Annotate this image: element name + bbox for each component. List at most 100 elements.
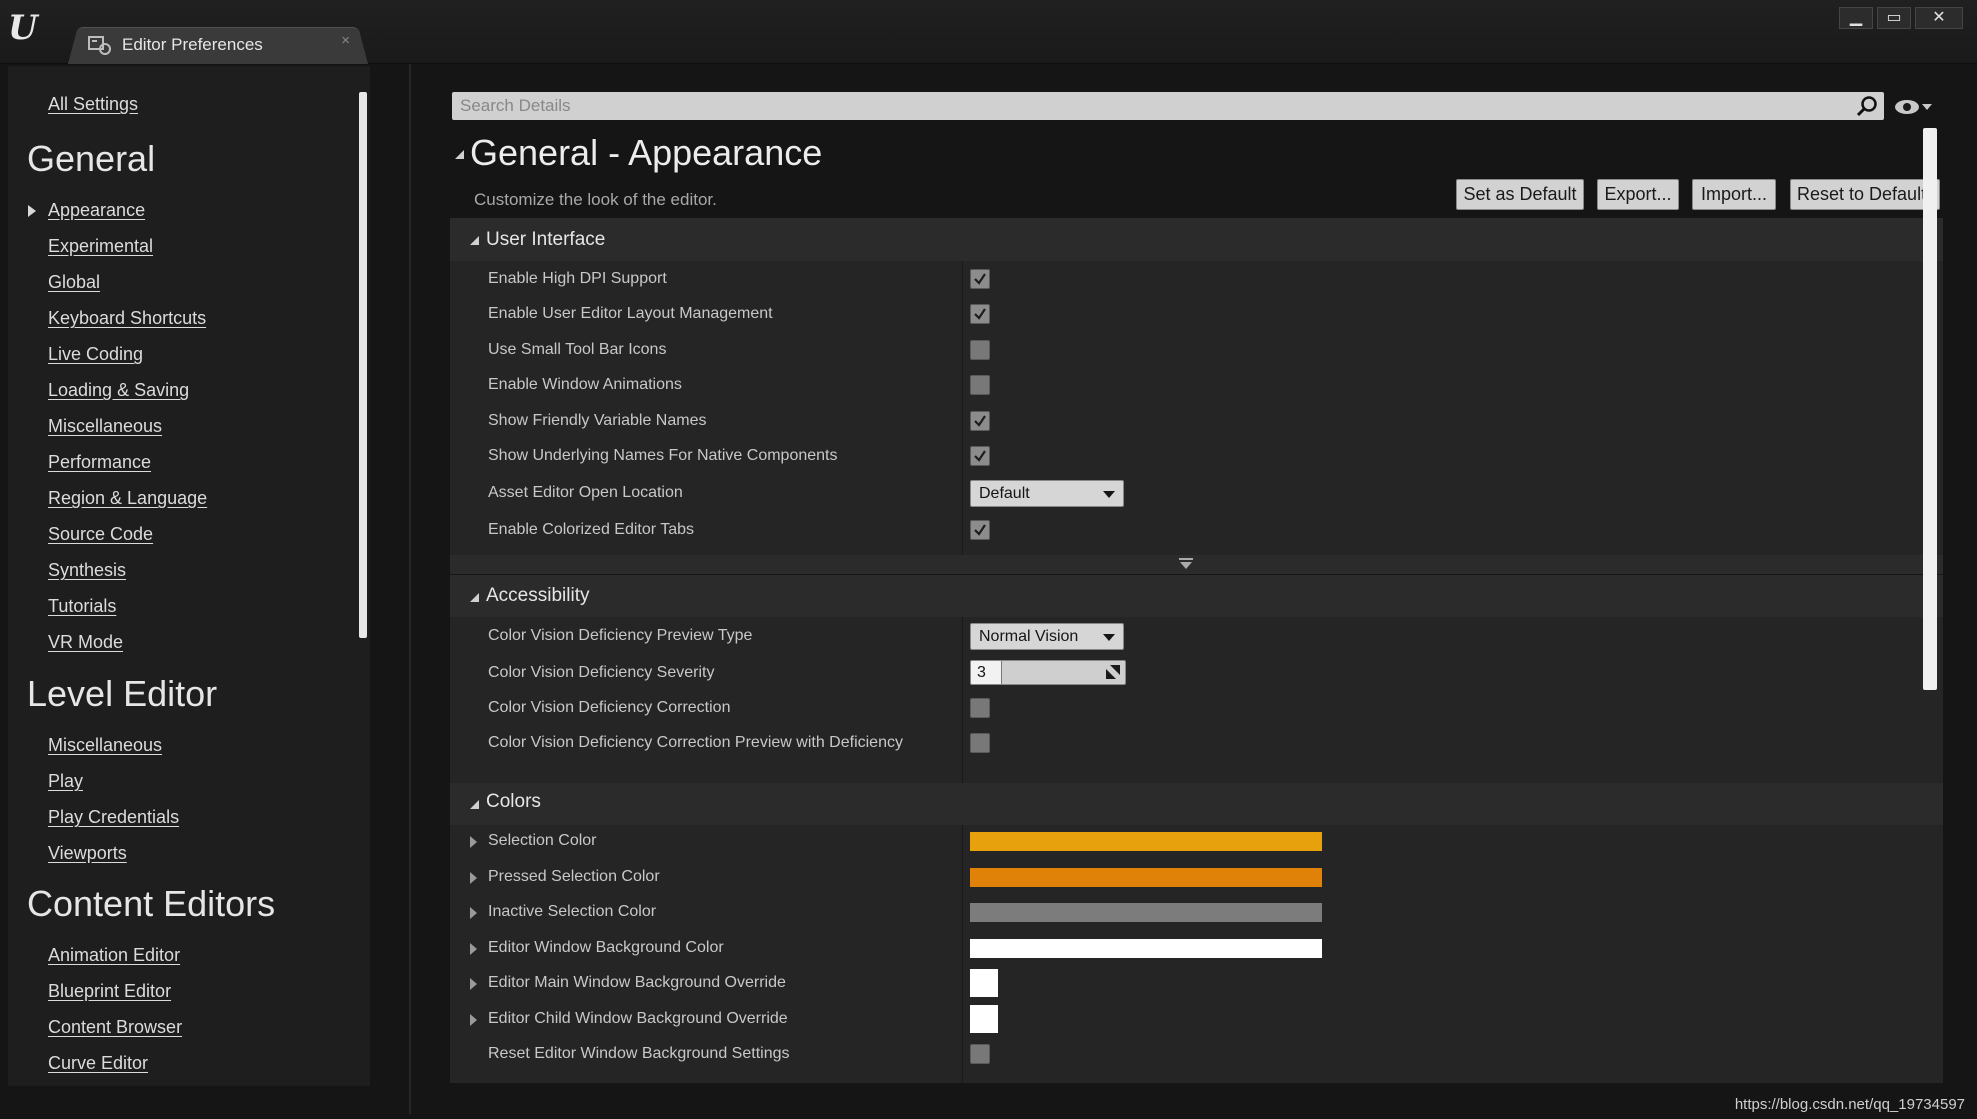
sidebar-item-viewports[interactable]: Viewports xyxy=(48,843,127,864)
close-button[interactable]: ✕ xyxy=(1915,7,1963,29)
small-toolbar-icons-checkbox[interactable] xyxy=(970,340,990,360)
property-row: Color Vision Deficiency Severity 3 xyxy=(450,656,1943,690)
details-scrollbar[interactable] xyxy=(1923,128,1937,690)
search-icon[interactable] xyxy=(1856,95,1878,117)
expand-icon[interactable] xyxy=(470,907,477,919)
expand-icon[interactable] xyxy=(470,1014,477,1026)
category-header[interactable]: User Interface xyxy=(450,218,1943,261)
sidebar-item-play-credentials[interactable]: Play Credentials xyxy=(48,807,179,828)
eye-icon[interactable] xyxy=(1893,96,1933,118)
set-as-default-button[interactable]: Set as Default xyxy=(1456,179,1584,210)
panel-divider[interactable] xyxy=(409,64,411,1114)
maximize-button[interactable]: ▭ xyxy=(1877,7,1911,29)
import-button[interactable]: Import... xyxy=(1692,179,1776,210)
property-label: Selection Color xyxy=(488,832,597,849)
expand-icon[interactable] xyxy=(470,836,477,848)
sidebar-item-tutorials[interactable]: Tutorials xyxy=(48,596,116,617)
friendly-names-checkbox[interactable] xyxy=(970,411,990,431)
collapse-title-icon[interactable] xyxy=(455,150,464,159)
sidebar-item-blueprint-editor[interactable]: Blueprint Editor xyxy=(48,981,171,1002)
sidebar-item-vr-mode[interactable]: VR Mode xyxy=(48,632,123,653)
collapse-icon xyxy=(470,593,479,602)
advanced-expander[interactable] xyxy=(450,555,1943,574)
property-row: Enable Window Animations xyxy=(450,368,1943,402)
slider-fill xyxy=(971,661,1002,684)
main-window-background-swatch[interactable] xyxy=(970,969,998,997)
sidebar-item-content-browser[interactable]: Content Browser xyxy=(48,1017,182,1038)
minimize-button[interactable]: ▁ xyxy=(1839,7,1873,29)
tab-content[interactable]: Editor Preferences × xyxy=(88,28,358,62)
cvd-preview-type-dropdown[interactable]: Normal Vision xyxy=(970,623,1124,650)
sidebar-item-source-code[interactable]: Source Code xyxy=(48,524,153,545)
property-row: Enable Colorized Editor Tabs xyxy=(450,513,1943,547)
category-header[interactable]: Accessibility xyxy=(450,575,1943,617)
sidebar-item-region-language[interactable]: Region & Language xyxy=(48,488,207,509)
property-label: Editor Main Window Background Override xyxy=(488,974,786,991)
property-label: Color Vision Deficiency Severity xyxy=(488,664,715,681)
selection-color-swatch[interactable] xyxy=(970,832,1322,851)
high-dpi-checkbox[interactable] xyxy=(970,269,990,289)
sidebar-item-appearance[interactable]: Appearance xyxy=(48,200,145,221)
underlying-names-checkbox[interactable] xyxy=(970,446,990,466)
category-label: User Interface xyxy=(486,229,606,250)
sidebar-item-level-miscellaneous[interactable]: Miscellaneous xyxy=(48,735,162,756)
collapse-icon xyxy=(470,236,479,245)
sidebar-item-live-coding[interactable]: Live Coding xyxy=(48,344,143,365)
unreal-logo-icon: U xyxy=(8,8,38,48)
expand-icon[interactable] xyxy=(470,978,477,990)
cvd-correction-preview-checkbox[interactable] xyxy=(970,733,990,753)
sidebar-item-miscellaneous[interactable]: Miscellaneous xyxy=(48,416,162,437)
sidebar-item-synthesis[interactable]: Synthesis xyxy=(48,560,126,581)
asset-editor-location-dropdown[interactable]: Default xyxy=(970,480,1124,507)
property-label: Use Small Tool Bar Icons xyxy=(488,341,667,358)
category-header[interactable]: Colors xyxy=(450,783,1943,825)
window-background-color-swatch[interactable] xyxy=(970,939,1322,958)
sidebar-item-global[interactable]: Global xyxy=(48,272,100,293)
sidebar-item-curve-editor[interactable]: Curve Editor xyxy=(48,1053,148,1074)
sidebar-item-performance[interactable]: Performance xyxy=(48,452,151,473)
property-label: Enable User Editor Layout Management xyxy=(488,305,773,322)
sidebar-item-loading-saving[interactable]: Loading & Saving xyxy=(48,380,189,401)
page-title: General - Appearance xyxy=(470,132,823,173)
property-row: Color Vision Deficiency Correction Previ… xyxy=(450,726,1943,760)
property-row: Show Underlying Names For Native Compone… xyxy=(450,439,1943,473)
colorized-tabs-checkbox[interactable] xyxy=(970,520,990,540)
sidebar-item-experimental[interactable]: Experimental xyxy=(48,236,153,257)
window-animations-checkbox[interactable] xyxy=(970,375,990,395)
export-button[interactable]: Export... xyxy=(1597,179,1679,210)
inactive-selection-color-swatch[interactable] xyxy=(970,903,1322,922)
property-label: Enable Colorized Editor Tabs xyxy=(488,521,695,538)
checkmark-icon xyxy=(974,415,986,427)
sidebar-item-play[interactable]: Play xyxy=(48,771,83,792)
expand-icon[interactable] xyxy=(470,943,477,955)
expand-icon[interactable] xyxy=(470,872,477,884)
property-row: Inactive Selection Color xyxy=(450,895,1943,929)
category-colors: Colors Selection Color Pressed Selection… xyxy=(450,783,1943,1083)
resize-grip-icon xyxy=(1106,665,1120,679)
pressed-selection-color-swatch[interactable] xyxy=(970,868,1322,887)
reset-to-defaults-button[interactable]: Reset to Defaults xyxy=(1790,179,1940,210)
property-row: Pressed Selection Color xyxy=(450,860,1943,894)
title-bar: U Editor Preferences × ▁ ▭ ✕ xyxy=(0,0,1977,64)
property-row: Asset Editor Open Location Default xyxy=(450,476,1943,510)
cvd-severity-spinbox[interactable]: 3 xyxy=(970,660,1126,685)
search-input[interactable] xyxy=(460,96,1840,116)
collapse-icon xyxy=(470,800,479,809)
property-label: Reset Editor Window Background Settings xyxy=(488,1045,790,1062)
reset-background-checkbox[interactable] xyxy=(970,1044,990,1064)
sidebar-scrollbar[interactable] xyxy=(359,92,367,638)
tab-close-icon[interactable]: × xyxy=(341,32,350,49)
property-label: Color Vision Deficiency Preview Type xyxy=(488,627,753,644)
sidebar-heading-general: General xyxy=(27,138,156,179)
sidebar-item-all-settings[interactable]: All Settings xyxy=(48,94,138,115)
child-window-background-swatch[interactable] xyxy=(970,1005,998,1033)
sidebar-item-keyboard-shortcuts[interactable]: Keyboard Shortcuts xyxy=(48,308,206,329)
layout-management-checkbox[interactable] xyxy=(970,304,990,324)
sidebar-item-animation-editor[interactable]: Animation Editor xyxy=(48,945,180,966)
property-row: Selection Color xyxy=(450,824,1943,858)
sidebar-heading-level-editor: Level Editor xyxy=(27,673,218,714)
cvd-correction-checkbox[interactable] xyxy=(970,698,990,718)
tab-label: Editor Preferences xyxy=(122,35,263,54)
category-accessibility: Accessibility Color Vision Deficiency Pr… xyxy=(450,575,1943,783)
property-label: Inactive Selection Color xyxy=(488,903,657,920)
